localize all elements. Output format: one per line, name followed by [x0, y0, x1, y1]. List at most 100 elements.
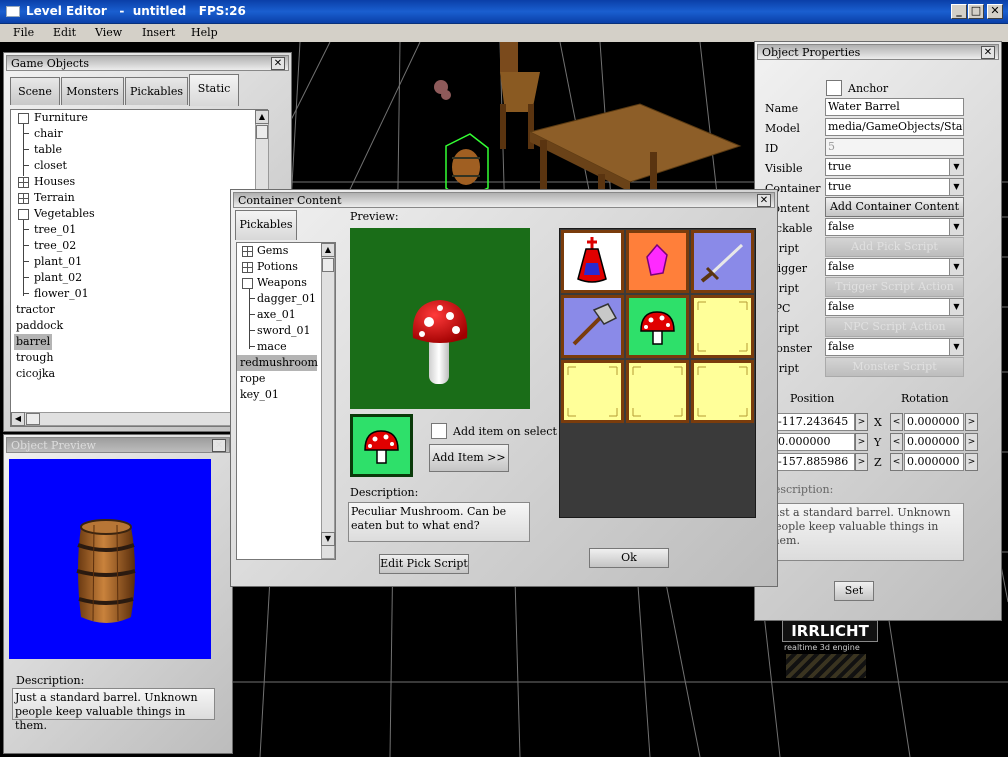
expand-icon[interactable] [18, 177, 29, 188]
tree-item-table[interactable]: table [34, 142, 62, 158]
close-icon[interactable]: ✕ [757, 194, 771, 207]
object-properties-title[interactable]: Object Properties ✕ [757, 44, 999, 60]
add-container-content-button[interactable]: Add Container Content [825, 197, 964, 217]
rot-z-increment-button[interactable]: > [965, 453, 978, 471]
position-y-field[interactable]: 0.000000 [775, 433, 855, 451]
tree-item-trough[interactable]: trough [16, 350, 54, 366]
inventory-slot[interactable] [626, 360, 689, 423]
tree-item-sword-01[interactable]: sword_01 [257, 323, 310, 339]
pickables-scrollbar[interactable]: ▲ ▼ [321, 243, 335, 559]
name-field[interactable]: Water Barrel [825, 98, 964, 116]
tree-item-vegetables[interactable]: Vegetables [34, 206, 95, 222]
item-preview-viewport[interactable] [350, 228, 530, 409]
rotation-x-field[interactable]: 0.000000 [904, 413, 964, 431]
monster-select[interactable]: false ▼ [825, 338, 964, 356]
rot-x-decrement-button[interactable]: < [890, 413, 903, 431]
tree-item-dagger-01[interactable]: dagger_01 [257, 291, 316, 307]
scroll-up-icon[interactable]: ▲ [321, 243, 335, 257]
rot-y-decrement-button[interactable]: < [890, 433, 903, 451]
inventory-slot[interactable] [691, 230, 754, 293]
tree-item-cicojka[interactable]: cicojka [16, 366, 55, 382]
expand-icon[interactable] [18, 193, 29, 204]
inventory-slot[interactable] [561, 230, 624, 293]
tree-item-terrain[interactable]: Terrain [34, 190, 75, 206]
pickables-tree[interactable]: Gems Potions Weapons dagger_01 axe_01 sw… [236, 242, 336, 560]
tree-item-furniture[interactable]: Furniture [34, 110, 88, 126]
tab-pickables[interactable]: Pickables [235, 210, 297, 240]
tree-item-plant-02[interactable]: plant_02 [34, 270, 82, 286]
item-description[interactable]: Peculiar Mushroom. Can be eaten but to w… [348, 502, 530, 542]
pos-x-increment-button[interactable]: > [855, 413, 868, 431]
window-titlebar[interactable]: Level Editor - untitled FPS:26 _ □ ✕ [0, 0, 1008, 24]
tree-horizontal-scrollbar[interactable]: ◀ [11, 412, 255, 426]
tree-item-closet[interactable]: closet [34, 158, 67, 174]
properties-description[interactable]: Just a standard barrel. Unknown people k… [765, 503, 964, 561]
visible-select[interactable]: true ▼ [825, 158, 964, 176]
scroll-up-icon[interactable]: ▲ [255, 110, 269, 124]
tab-monsters[interactable]: Monsters [61, 77, 124, 105]
tree-item-rope[interactable]: rope [240, 371, 265, 387]
position-z-field[interactable]: -157.885986 [775, 453, 855, 471]
pos-y-increment-button[interactable]: > [855, 433, 868, 451]
add-item-button[interactable]: Add Item >> [429, 444, 509, 472]
dropdown-arrow-icon[interactable]: ▼ [949, 259, 963, 275]
dropdown-arrow-icon[interactable]: ▼ [949, 299, 963, 315]
tree-item-gems[interactable]: Gems [257, 243, 288, 259]
scroll-thumb[interactable] [256, 125, 268, 139]
menu-insert[interactable]: Insert [142, 26, 175, 39]
dropdown-arrow-icon[interactable]: ▼ [949, 179, 963, 195]
rot-x-increment-button[interactable]: > [965, 413, 978, 431]
close-icon[interactable]: ✕ [981, 46, 995, 59]
tree-item-barrel[interactable]: barrel [14, 334, 53, 350]
tree-item-axe-01[interactable]: axe_01 [257, 307, 296, 323]
object-preview-title[interactable]: Object Preview ✕ [6, 437, 230, 453]
tab-scene[interactable]: Scene [10, 77, 60, 105]
tree-item-key-01[interactable]: key_01 [240, 387, 279, 403]
dropdown-arrow-icon[interactable]: ▼ [949, 339, 963, 355]
tree-item-tree-01[interactable]: tree_01 [34, 222, 76, 238]
barrel-preview-viewport[interactable] [9, 459, 211, 659]
menu-help[interactable]: Help [191, 26, 218, 39]
tree-item-plant-01[interactable]: plant_01 [34, 254, 82, 270]
inventory-slot[interactable] [691, 360, 754, 423]
tree-item-potions[interactable]: Potions [257, 259, 298, 275]
set-button[interactable]: Set [834, 581, 874, 601]
close-window-button[interactable]: ✕ [987, 4, 1003, 19]
tree-item-tractor[interactable]: tractor [16, 302, 55, 318]
inventory-slot[interactable] [561, 360, 624, 423]
tab-static[interactable]: Static [189, 74, 239, 106]
scroll-thumb[interactable] [26, 413, 40, 425]
model-field[interactable]: media/GameObjects/Static [825, 118, 964, 136]
dropdown-arrow-icon[interactable]: ▼ [949, 219, 963, 235]
trigger-select[interactable]: false ▼ [825, 258, 964, 276]
close-icon[interactable]: ✕ [271, 57, 285, 70]
collapse-icon[interactable] [18, 209, 29, 220]
tree-item-weapons[interactable]: Weapons [257, 275, 307, 291]
expand-icon[interactable] [242, 246, 253, 257]
expand-icon[interactable] [242, 262, 253, 273]
tree-item-houses[interactable]: Houses [34, 174, 75, 190]
tree-item-flower-01[interactable]: flower_01 [34, 286, 89, 302]
inventory-slot[interactable] [691, 295, 754, 358]
rotation-z-field[interactable]: 0.000000 [904, 453, 964, 471]
tab-pickables[interactable]: Pickables [125, 77, 188, 105]
npc-select[interactable]: false ▼ [825, 298, 964, 316]
inventory-slot[interactable] [626, 295, 689, 358]
game-objects-title[interactable]: Game Objects ✕ [6, 55, 289, 71]
container-content-title[interactable]: Container Content ✕ [233, 192, 775, 208]
scroll-thumb[interactable] [322, 258, 334, 272]
tree-item-tree-02[interactable]: tree_02 [34, 238, 76, 254]
menu-view[interactable]: View [95, 26, 122, 39]
maximize-button[interactable]: □ [968, 4, 984, 19]
position-x-field[interactable]: -117.243645 [775, 413, 855, 431]
container-select[interactable]: true ▼ [825, 178, 964, 196]
tree-item-redmushroom[interactable]: redmushroom [237, 355, 318, 371]
rot-y-increment-button[interactable]: > [965, 433, 978, 451]
tree-item-paddock[interactable]: paddock [16, 318, 63, 334]
pickable-select[interactable]: false ▼ [825, 218, 964, 236]
rotation-y-field[interactable]: 0.000000 [904, 433, 964, 451]
add-on-select-checkbox[interactable] [431, 423, 447, 439]
menu-file[interactable]: File [13, 26, 34, 39]
tree-item-mace[interactable]: mace [257, 339, 287, 355]
scroll-left-icon[interactable]: ◀ [11, 412, 25, 426]
